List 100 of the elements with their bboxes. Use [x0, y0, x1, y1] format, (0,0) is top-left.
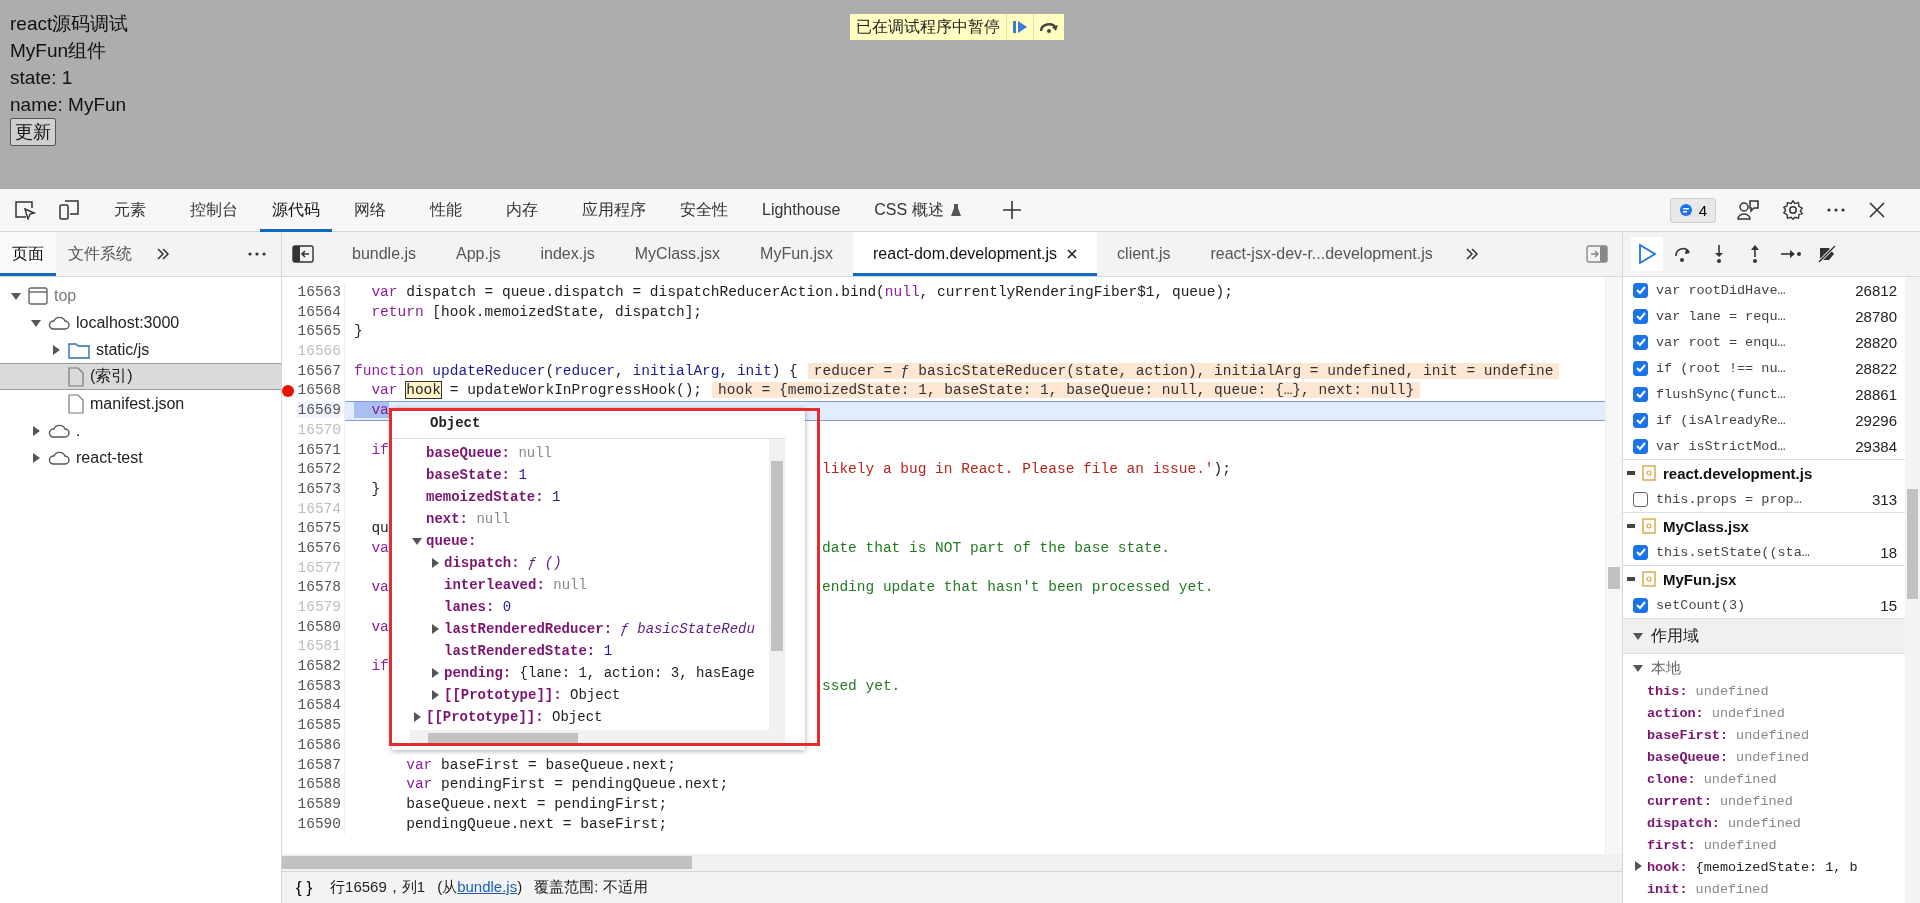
close-icon[interactable] [1868, 201, 1886, 219]
tree-item[interactable]: (索引) [0, 363, 281, 390]
file-tab[interactable]: MyClass.jsx [614, 232, 741, 276]
line-number[interactable]: 16567 [297, 362, 341, 379]
more-options-icon[interactable] [247, 251, 267, 257]
breakpoint-checkbox[interactable] [1633, 438, 1648, 454]
collapse-triangle-icon[interactable] [11, 290, 21, 301]
pretty-print-button[interactable]: { } [290, 877, 319, 898]
more-tabs-chevron-icon[interactable] [1464, 247, 1479, 261]
tree-item[interactable]: top [0, 282, 281, 309]
feedback-icon[interactable] [1736, 199, 1760, 221]
file-tab[interactable]: react-dom.development.js [853, 232, 1098, 276]
tree-item[interactable]: . [0, 417, 281, 444]
line-number[interactable]: 16563 [297, 284, 341, 300]
device-toolbar-icon[interactable] [58, 199, 80, 221]
scrollbar[interactable] [1905, 277, 1920, 903]
expand-triangle-icon[interactable] [430, 624, 440, 634]
toggle-debugger-icon[interactable] [1586, 245, 1608, 263]
line-number[interactable]: 16587 [297, 756, 341, 773]
scrollbar[interactable] [282, 854, 1622, 871]
source-link[interactable]: bundle.js [457, 878, 518, 895]
line-number[interactable]: 16585 [297, 717, 341, 734]
panel-tab[interactable]: 内存 [494, 188, 560, 232]
toggle-navigator-icon[interactable] [292, 245, 314, 263]
add-panel-icon[interactable] [1001, 200, 1022, 220]
breakpoint-code[interactable]: var lane = requ… [1656, 308, 1848, 324]
line-gutter[interactable]: 16567 [282, 361, 345, 382]
line-gutter[interactable]: 16582 [282, 657, 345, 677]
panel-tab[interactable]: 控制台 [178, 188, 250, 232]
line-number[interactable]: 16571 [297, 441, 341, 458]
line-gutter[interactable]: 16587 [282, 755, 345, 776]
breakpoint-file-header[interactable]: react.development.js [1623, 459, 1905, 486]
expand-triangle-icon[interactable] [51, 344, 61, 355]
line-number[interactable]: 16575 [297, 520, 341, 537]
expand-triangle-icon[interactable] [430, 690, 440, 700]
tree-item[interactable]: localhost:3000 [0, 309, 281, 336]
breakpoint-code[interactable]: var isStrictMod… [1656, 438, 1848, 454]
line-gutter[interactable]: 16584 [282, 696, 345, 717]
line-number[interactable]: 16565 [297, 323, 341, 340]
breakpoint-checkbox[interactable] [1633, 544, 1648, 560]
line-number[interactable]: 16564 [297, 303, 341, 320]
line-gutter[interactable]: 16588 [282, 775, 345, 795]
navigator-tab[interactable]: 文件系统 [56, 232, 144, 276]
file-tab[interactable]: MyFun.jsx [740, 232, 853, 276]
line-number[interactable]: 16589 [297, 795, 341, 812]
collapse-triangle-icon[interactable] [412, 536, 422, 546]
expand-triangle-icon[interactable] [1633, 860, 1643, 871]
line-gutter[interactable]: 16571 [282, 440, 345, 461]
line-number[interactable]: 16583 [297, 677, 341, 694]
breakpoint-marker-icon[interactable] [282, 385, 294, 398]
settings-icon[interactable] [1782, 199, 1804, 221]
close-icon[interactable] [1067, 249, 1078, 259]
breakpoint-checkbox[interactable] [1633, 282, 1648, 298]
issues-badge[interactable]: 4 [1669, 197, 1716, 223]
panel-tab[interactable]: 安全性 [668, 188, 740, 232]
panel-tab[interactable]: Lighthouse [750, 188, 853, 232]
breakpoint-checkbox[interactable] [1633, 308, 1648, 324]
line-gutter[interactable]: 16578 [282, 578, 345, 598]
tree-item[interactable]: react-test [0, 444, 281, 471]
line-number[interactable]: 16582 [297, 658, 341, 675]
resume-button[interactable] [1631, 237, 1663, 271]
line-number[interactable]: 16569 [297, 402, 341, 419]
breakpoint-file-header[interactable]: MyFun.jsx [1623, 565, 1905, 592]
breakpoint-code[interactable]: flushSync(funct… [1656, 386, 1848, 402]
expand-triangle-icon[interactable] [31, 425, 41, 436]
file-tab[interactable]: client.js [1097, 232, 1191, 276]
line-number[interactable]: 16572 [297, 461, 341, 478]
collapse-triangle-icon[interactable] [31, 317, 41, 328]
line-number[interactable]: 16576 [297, 539, 341, 556]
navigator-tab[interactable]: 页面 [0, 232, 56, 276]
breakpoint-checkbox[interactable] [1633, 597, 1648, 613]
breakpoint-code[interactable]: this.setState((sta… [1656, 544, 1873, 560]
inspect-element-icon[interactable] [14, 200, 36, 220]
breakpoint-checkbox[interactable] [1633, 360, 1648, 376]
scrollbar[interactable] [769, 439, 785, 730]
line-number[interactable]: 16573 [297, 480, 341, 497]
line-gutter[interactable]: 16586 [282, 735, 345, 756]
scrollbar[interactable] [1605, 277, 1622, 854]
breakpoint-code[interactable]: var rootDidHave… [1656, 282, 1848, 298]
line-gutter[interactable]: 16589 [282, 794, 345, 815]
file-tab[interactable]: App.js [436, 232, 521, 276]
file-tab[interactable]: bundle.js [332, 232, 437, 276]
breakpoint-checkbox[interactable] [1633, 491, 1648, 507]
line-number[interactable]: 16590 [297, 815, 341, 832]
line-gutter[interactable]: 16565 [282, 322, 345, 343]
more-tabs-chevron-icon[interactable] [156, 247, 170, 261]
tree-item[interactable]: static/js [0, 336, 281, 363]
panel-tab[interactable]: CSS 概述 [862, 188, 974, 232]
breakpoint-checkbox[interactable] [1633, 412, 1648, 428]
scope-section-header[interactable]: 作用域 [1623, 618, 1905, 654]
panel-tab[interactable]: 应用程序 [570, 188, 658, 232]
line-gutter[interactable]: 16583 [282, 676, 345, 697]
file-tab[interactable]: react-jsx-dev-r...development.js [1190, 232, 1453, 276]
expand-triangle-icon[interactable] [31, 452, 41, 463]
breakpoint-code[interactable]: this.props = prop… [1656, 491, 1864, 507]
expand-triangle-icon[interactable] [430, 668, 440, 678]
collapse-triangle-icon[interactable] [1633, 663, 1643, 673]
breakpoint-checkbox[interactable] [1633, 386, 1648, 402]
line-gutter[interactable]: 16572 [282, 460, 345, 480]
panel-tab[interactable]: 网络 [342, 188, 408, 232]
